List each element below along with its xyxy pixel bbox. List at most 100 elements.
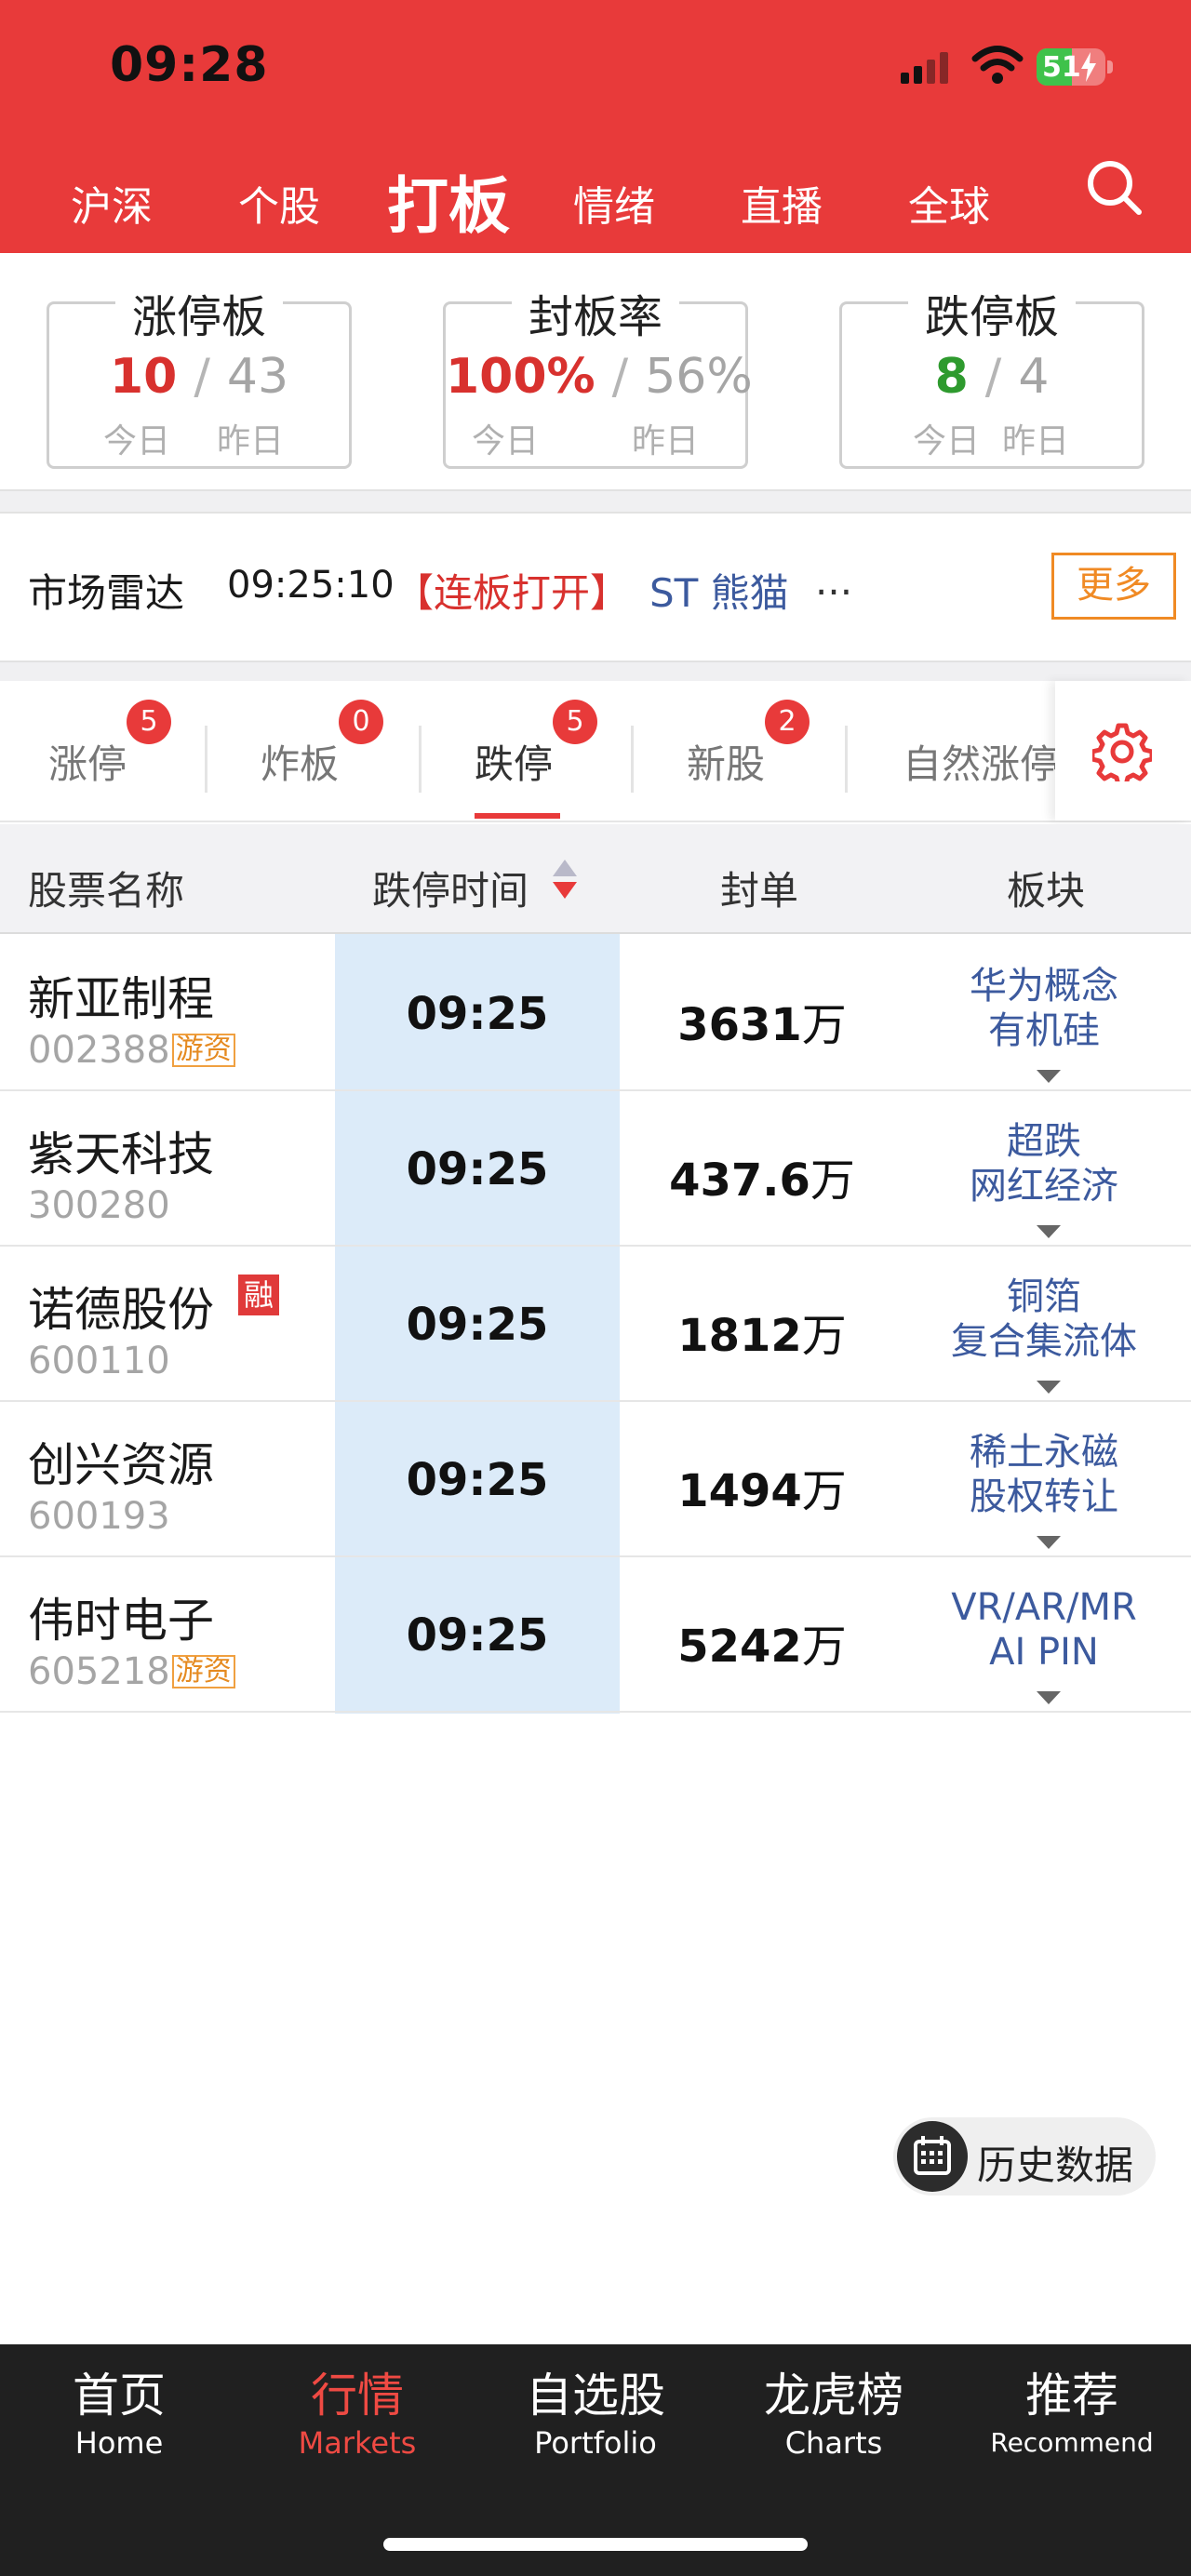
home-indicator[interactable] — [383, 2538, 808, 2551]
nav-recommend-label: 推荐 — [1025, 2369, 1118, 2423]
seal-order-value: 5242 — [677, 1621, 802, 1673]
header-stock-name[interactable]: 股票名称 — [28, 860, 184, 916]
subtab-limit-down[interactable]: 跌停 — [475, 733, 553, 790]
tab-sentiment[interactable]: 情绪 — [573, 173, 655, 233]
sector-secondary[interactable]: AI PIN — [904, 1630, 1184, 1675]
seal-order-unit: 万 — [801, 1465, 847, 1517]
seal-order-unit: 万 — [801, 1310, 847, 1362]
limit-down-time: 09:25 — [406, 1299, 549, 1351]
table-row[interactable]: 创兴资源 600193 09:25 1494万 稀土永磁 股权转让 — [0, 1402, 1191, 1557]
limit-down-summary[interactable]: 跌停板 8 / 4 今日 昨日 — [839, 291, 1144, 469]
table-row[interactable]: 诺德股份 融 600110 09:25 1812万 铜箔 复合集流体 — [0, 1247, 1191, 1402]
search-icon[interactable] — [1085, 158, 1144, 218]
expand-down-icon[interactable] — [1037, 1691, 1061, 1704]
header-limit-down-time[interactable]: 跌停时间 — [372, 860, 529, 916]
tab-live[interactable]: 直播 — [741, 173, 823, 233]
subtab-new-stock-badge: 2 — [765, 700, 810, 744]
table-row[interactable]: 紫天科技 300280 09:25 437.6万 超跌 网红经济 — [0, 1091, 1191, 1247]
radar-time: 09:25:10 — [227, 564, 395, 607]
expand-down-icon[interactable] — [1037, 1070, 1061, 1083]
expand-down-icon[interactable] — [1037, 1536, 1061, 1549]
seal-rate-yesterday-label: 昨日 — [632, 422, 700, 460]
limit-up-today: 10 — [109, 349, 178, 405]
sector-primary[interactable]: 铜箔 — [904, 1275, 1184, 1319]
sub-tab-bar: 涨停 5 炸板 0 跌停 5 新股 2 自然涨停 — [0, 681, 1191, 822]
limit-down-title: 跌停板 — [907, 291, 1076, 343]
stock-code: 300280 — [28, 1184, 170, 1227]
stock-name: 新亚制程 — [28, 972, 214, 1026]
limit-down-yesterday-label: 昨日 — [1002, 422, 1070, 460]
seal-rate-yesterday: 56% — [645, 349, 753, 405]
sector-secondary[interactable]: 有机硅 — [904, 1008, 1184, 1053]
stock-name: 紫天科技 — [28, 1128, 214, 1181]
subtab-natural-limit-up[interactable]: 自然涨停 — [903, 733, 1059, 790]
subtab-new-stock[interactable]: 新股 — [687, 733, 765, 790]
seal-rate-summary[interactable]: 封板率 100% / 56% 今日 昨日 — [443, 291, 753, 469]
tab-separator — [845, 726, 848, 793]
tab-stocks[interactable]: 个股 — [238, 173, 320, 233]
limit-up-summary[interactable]: 涨停板 10 / 43 今日 昨日 — [47, 291, 352, 469]
stock-code: 002388 — [28, 1029, 170, 1072]
tab-separator — [205, 726, 207, 793]
limit-up-title: 涨停板 — [114, 291, 283, 343]
sector-secondary[interactable]: 复合集流体 — [904, 1319, 1184, 1364]
nav-markets-sublabel: Markets — [298, 2425, 417, 2461]
hot-money-tag: 游资 — [171, 1034, 235, 1067]
table-row[interactable]: 伟时电子 605218 游资 09:25 5242万 VR/AR/MR AI PI… — [0, 1557, 1191, 1713]
tab-hushen[interactable]: 沪深 — [71, 173, 153, 233]
market-radar[interactable]: 市场雷达 09:25:10 【连板打开】 ST 熊猫 ... 更多 — [0, 514, 1191, 661]
expand-down-icon[interactable] — [1037, 1225, 1061, 1238]
subtab-limit-up-badge: 5 — [127, 700, 171, 744]
seal-order: 1494万 — [620, 1454, 904, 1519]
charging-bolt-icon — [1081, 52, 1096, 82]
stock-name: 伟时电子 — [28, 1594, 214, 1648]
stock-code-line: 300280 — [28, 1184, 170, 1227]
stock-code-line: 002388 游资 — [28, 1029, 235, 1072]
sort-arrows-icon[interactable] — [551, 858, 579, 901]
tab-global[interactable]: 全球 — [908, 173, 990, 233]
sector-primary[interactable]: 华为概念 — [904, 964, 1184, 1008]
table-row[interactable]: 新亚制程 002388 游资 09:25 3631万 华为概念 有机硅 — [0, 936, 1191, 1091]
tab-daban[interactable]: 打板 — [387, 156, 510, 246]
sector-primary[interactable]: 稀土永磁 — [904, 1430, 1184, 1475]
limit-down-sep: / — [984, 349, 1002, 405]
sector-primary[interactable]: VR/AR/MR — [904, 1585, 1184, 1630]
limit-up-yesterday: 43 — [226, 349, 289, 405]
nav-portfolio[interactable]: 自选股 Portfolio — [476, 2367, 715, 2462]
section-divider — [0, 661, 1191, 683]
sector-secondary[interactable]: 股权转让 — [904, 1475, 1184, 1519]
table-header: 股票名称 跌停时间 封单 板块 — [0, 824, 1191, 934]
stock-code-line: 600193 — [28, 1495, 170, 1538]
sector-primary[interactable]: 超跌 — [904, 1119, 1184, 1164]
stock-code: 600110 — [28, 1340, 170, 1382]
sector-secondary[interactable]: 网红经济 — [904, 1164, 1184, 1208]
more-button[interactable]: 更多 — [1051, 553, 1176, 620]
nav-markets-label: 行情 — [311, 2369, 404, 2423]
tab-settings-button[interactable] — [1055, 681, 1191, 821]
header-seal-order[interactable]: 封单 — [720, 860, 798, 916]
subtab-limit-down-badge: 5 — [553, 700, 597, 744]
stock-code: 605218 — [28, 1650, 170, 1693]
seal-order: 1812万 — [620, 1299, 904, 1364]
seal-rate-sep: / — [611, 349, 629, 405]
limit-up-yesterday-label: 昨日 — [217, 422, 285, 460]
nav-markets[interactable]: 行情 Markets — [238, 2367, 476, 2462]
nav-home[interactable]: 首页 Home — [0, 2367, 238, 2462]
radar-stock[interactable]: ST 熊猫 — [649, 562, 789, 619]
subtab-broken[interactable]: 炸板 — [261, 733, 339, 790]
seal-order-value: 437.6 — [669, 1155, 810, 1207]
expand-down-icon[interactable] — [1037, 1381, 1061, 1394]
subtab-limit-up[interactable]: 涨停 — [48, 733, 127, 790]
nav-home-sublabel: Home — [74, 2425, 164, 2461]
nav-recommend[interactable]: 推荐 Recommend — [953, 2367, 1191, 2462]
radar-event-tag: 【连板打开】 — [395, 570, 630, 616]
seal-order-unit: 万 — [801, 1621, 847, 1673]
nav-portfolio-label: 自选股 — [526, 2369, 665, 2423]
history-data-button[interactable]: 历史数据 — [893, 2117, 1156, 2196]
seal-order-unit: 万 — [801, 999, 847, 1051]
stock-code: 600193 — [28, 1495, 170, 1538]
seal-order-unit: 万 — [810, 1155, 855, 1207]
nav-charts[interactable]: 龙虎榜 Charts — [715, 2367, 953, 2462]
stock-name: 诺德股份 — [28, 1283, 214, 1337]
battery-indicator: 51 — [1037, 48, 1113, 86]
